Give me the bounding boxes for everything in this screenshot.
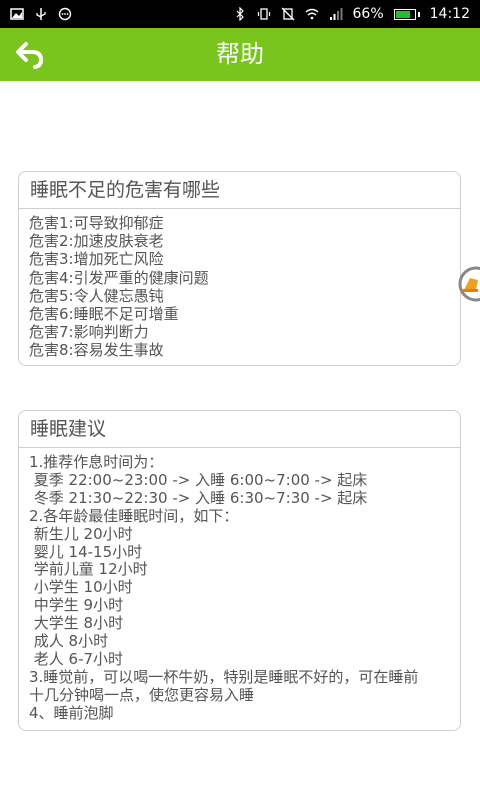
advice-line: 小学生 10小时 [29, 578, 133, 597]
advice-line: 3.睡觉前，可以喝一杯牛奶，特别是睡眠不好的，可在睡前 [29, 667, 419, 686]
advice-line: 新生儿 20小时 [29, 524, 133, 543]
advice-line: 成人 8小时 [29, 632, 109, 651]
harm-item: 危害4:引发严重的健康问题 [29, 268, 209, 287]
title-bar: 帮助 [0, 28, 480, 81]
harm-item: 危害6:睡眠不足可增重 [29, 305, 179, 324]
harms-card-title: 睡眠不足的危害有哪些 [19, 172, 460, 209]
battery-icon [393, 8, 420, 20]
page-title: 帮助 [216, 40, 264, 68]
signal-icon [329, 8, 343, 20]
status-bar: 66% 14:12 [0, 0, 480, 28]
harms-card-body: 危害1:可导致抑郁症 危害2:加速皮肤衰老 危害3:增加死亡风险 危害4:引发严… [19, 209, 460, 360]
advice-line: 中学生 9小时 [29, 596, 124, 615]
vibrate-icon [257, 8, 270, 20]
bluetooth-icon [236, 7, 244, 21]
advice-line: 婴儿 14-15小时 [29, 542, 143, 561]
harm-item: 危害3:增加死亡风险 [29, 250, 164, 269]
clock: 14:12 [429, 6, 470, 22]
advice-line: 学前儿童 12小时 [29, 560, 148, 579]
chat-icon [58, 7, 72, 21]
advice-card-title: 睡眠建议 [19, 411, 460, 448]
harms-card: 睡眠不足的危害有哪些 危害1:可导致抑郁症 危害2:加速皮肤衰老 危害3:增加死… [18, 171, 461, 366]
assistive-float-button[interactable] [456, 266, 480, 302]
usb-icon [36, 8, 46, 20]
status-bar-right: 66% 14:12 [233, 6, 470, 22]
harm-item: 危害1:可导致抑郁症 [29, 214, 164, 232]
gallery-icon [10, 8, 24, 20]
harm-item: 危害8:容易发生事故 [29, 341, 164, 360]
advice-line: 十几分钟喝一点，使您更容易入睡 [29, 685, 255, 704]
harm-item: 危害7:影响判断力 [29, 323, 149, 342]
advice-line: 夏季 22:00~23:00 -> 入睡 6:00~7:00 -> 起床 [29, 470, 368, 489]
advice-line: 冬季 21:30~22:30 -> 入睡 6:30~7:30 -> 起床 [29, 488, 368, 507]
advice-card-body: 1.推荐作息时间为： 夏季 22:00~23:00 -> 入睡 6:00~7:0… [19, 448, 460, 723]
harm-item: 危害2:加速皮肤衰老 [29, 232, 164, 251]
advice-card: 睡眠建议 1.推荐作息时间为： 夏季 22:00~23:00 -> 入睡 6:0… [18, 410, 461, 731]
status-bar-left [10, 7, 72, 21]
harm-item: 危害5:令人健忘愚钝 [29, 286, 164, 305]
advice-line: 老人 6-7小时 [29, 649, 124, 668]
advice-line: 1.推荐作息时间为： [29, 453, 164, 471]
advice-line: 2.各年龄最佳睡眠时间，如下： [29, 506, 239, 525]
mute-icon [281, 7, 294, 21]
advice-line: 大学生 8小时 [29, 614, 124, 633]
advice-line: 4、睡前泡脚 [29, 703, 114, 722]
wifi-icon [305, 8, 318, 20]
assistive-float-icon [458, 266, 480, 302]
battery-percent: 66% [352, 6, 384, 22]
